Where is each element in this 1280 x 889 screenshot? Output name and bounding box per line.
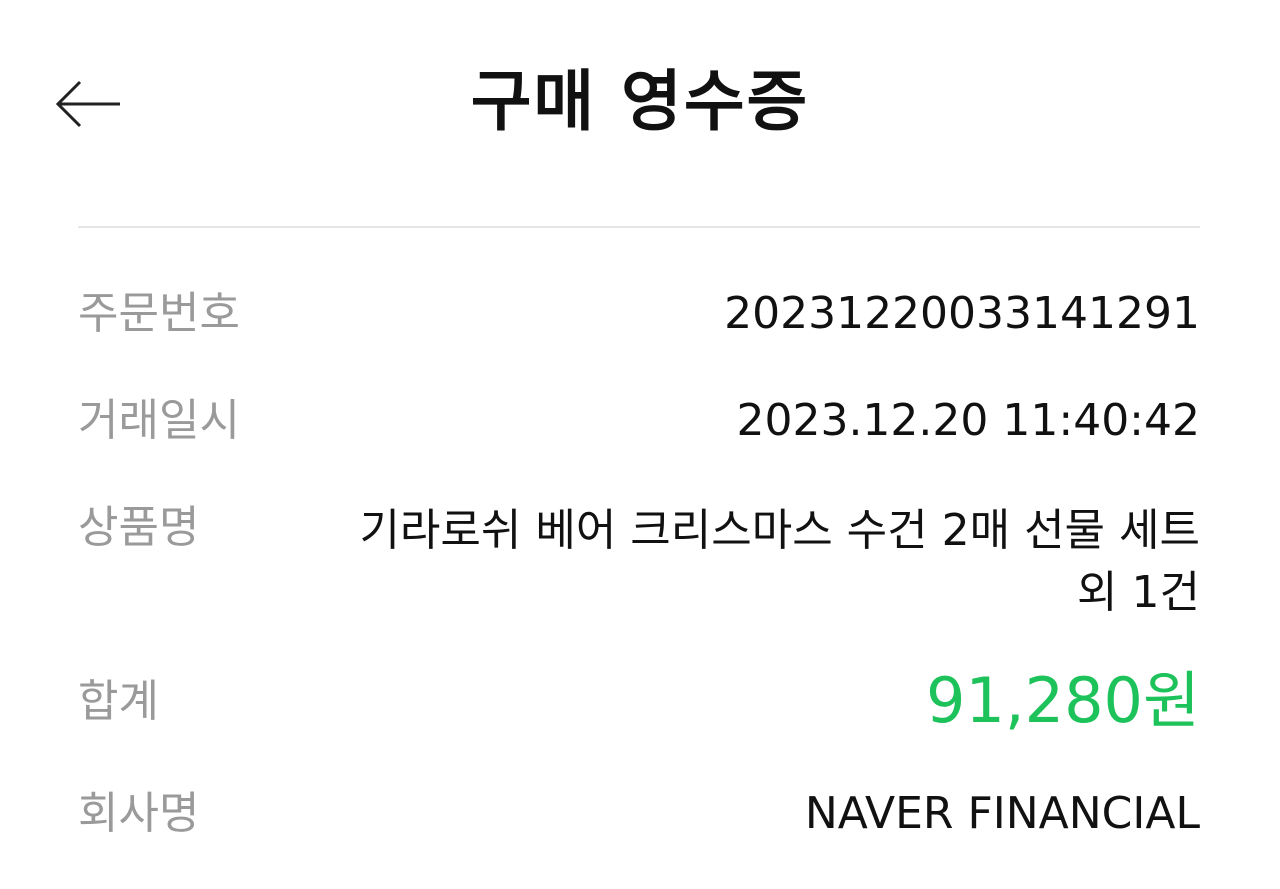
- transaction-datetime-label: 거래일시: [78, 395, 240, 446]
- page-title: 구매 영수증: [470, 63, 810, 140]
- total-label: 합계: [78, 676, 159, 727]
- order-number-label: 주문번호: [78, 288, 240, 339]
- header: 구매 영수증: [0, 0, 1280, 210]
- transaction-datetime-row: 거래일시 2023.12.20 11:40:42: [78, 393, 1200, 453]
- order-number-row: 주문번호 20231220033141291: [78, 286, 1200, 346]
- total-row: 합계 91,280원: [78, 666, 1200, 741]
- company-name-label: 회사명: [78, 788, 200, 839]
- company-name-value: NAVER FINANCIAL: [804, 788, 1200, 839]
- product-name-label: 상품명: [78, 502, 200, 553]
- product-name-value: 기라로쉬 베어 크리스마스 수건 2매 선물 세트 외 1건: [359, 505, 1200, 618]
- total-amount: 91,280원: [926, 664, 1200, 737]
- product-name-row: 상품명 기라로쉬 베어 크리스마스 수건 2매 선물 세트 외 1건: [78, 500, 1200, 630]
- company-name-row: 회사명 NAVER FINANCIAL: [78, 786, 1200, 846]
- order-number-value: 20231220033141291: [724, 288, 1200, 339]
- divider: [78, 226, 1200, 228]
- receipt-screen: 구매 영수증 주문번호 20231220033141291 거래일시 2023.…: [0, 0, 1280, 889]
- transaction-datetime-value: 2023.12.20 11:40:42: [736, 395, 1200, 446]
